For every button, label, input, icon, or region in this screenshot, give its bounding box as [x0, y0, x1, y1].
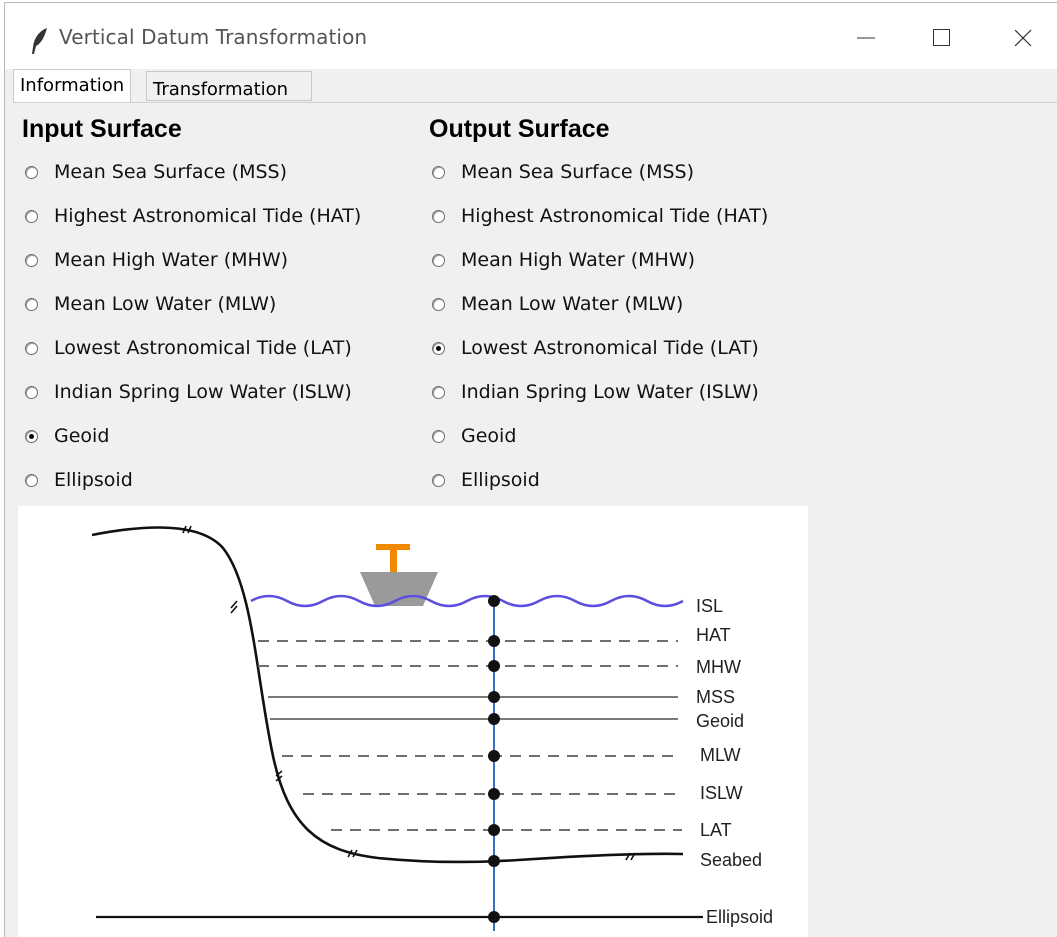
- label-geoid: Geoid: [696, 711, 744, 731]
- output-option-lat[interactable]: Lowest Astronomical Tide (LAT): [432, 333, 759, 363]
- radio-button[interactable]: [25, 473, 38, 487]
- input-option-mhw[interactable]: Mean High Water (MHW): [25, 245, 288, 275]
- input-option-islw[interactable]: Indian Spring Low Water (ISLW): [25, 377, 352, 407]
- radio-label: Mean Sea Surface (MSS): [461, 161, 695, 183]
- label-ellipsoid: Ellipsoid: [706, 907, 773, 927]
- radio-label: Mean Low Water (MLW): [461, 293, 684, 315]
- label-hat: HAT: [696, 625, 731, 645]
- input-option-hat[interactable]: Highest Astronomical Tide (HAT): [25, 201, 361, 231]
- radio-button[interactable]: [25, 209, 38, 223]
- datum-diagram-svg: ISL HAT MHW MSS Geoid MLW ISLW LAT Seabe…: [91, 525, 773, 931]
- dashed-datum-lines: [258, 640, 682, 831]
- close-button[interactable]: [997, 13, 1049, 63]
- output-option-mlw[interactable]: Mean Low Water (MLW): [432, 289, 683, 319]
- solid-datum-lines: [268, 696, 678, 720]
- radio-label: Ellipsoid: [54, 469, 133, 491]
- output-option-geoid[interactable]: Geoid: [432, 421, 516, 451]
- label-islw: ISLW: [700, 783, 743, 803]
- radio-label: Highest Astronomical Tide (HAT): [54, 205, 362, 227]
- radio-button[interactable]: [25, 341, 38, 355]
- radio-label: Mean Low Water (MLW): [54, 293, 277, 315]
- tab-divider: [13, 102, 1057, 103]
- radio-label: Mean High Water (MHW): [54, 249, 289, 271]
- radio-button[interactable]: [432, 297, 445, 311]
- label-mss: MSS: [696, 687, 735, 707]
- radio-button[interactable]: [432, 473, 445, 487]
- close-icon: [1014, 29, 1032, 47]
- radio-button[interactable]: [25, 297, 38, 311]
- tab-transformation[interactable]: Transformation: [146, 71, 312, 101]
- label-lat: LAT: [700, 820, 732, 840]
- output-option-mhw[interactable]: Mean High Water (MHW): [432, 245, 695, 275]
- label-seabed: Seabed: [700, 850, 762, 870]
- output-surface-heading: Output Surface: [429, 115, 610, 143]
- output-option-islw[interactable]: Indian Spring Low Water (ISLW): [432, 377, 759, 407]
- radio-label: Lowest Astronomical Tide (LAT): [461, 337, 759, 359]
- radio-button-selected[interactable]: [25, 429, 38, 443]
- sea-surface-line: [250, 594, 684, 608]
- label-mhw: MHW: [696, 657, 741, 677]
- radio-button[interactable]: [432, 165, 445, 179]
- label-mlw: MLW: [700, 745, 741, 765]
- input-surface-heading: Input Surface: [22, 115, 182, 143]
- buoy-icon: [360, 544, 438, 606]
- tab-information[interactable]: Information: [13, 69, 132, 103]
- radio-button[interactable]: [432, 209, 445, 223]
- radio-label: Highest Astronomical Tide (HAT): [461, 205, 769, 227]
- output-option-hat[interactable]: Highest Astronomical Tide (HAT): [432, 201, 768, 231]
- radio-button[interactable]: [25, 385, 38, 399]
- maximize-button[interactable]: [916, 13, 968, 63]
- input-option-lat[interactable]: Lowest Astronomical Tide (LAT): [25, 333, 352, 363]
- output-option-mss[interactable]: Mean Sea Surface (MSS): [432, 157, 694, 187]
- radio-label: Ellipsoid: [461, 469, 540, 491]
- datum-diagram: ISL HAT MHW MSS Geoid MLW ISLW LAT Seabe…: [18, 506, 808, 937]
- minimize-icon: [857, 37, 875, 39]
- radio-label: Lowest Astronomical Tide (LAT): [54, 337, 352, 359]
- label-isl: ISL: [696, 596, 723, 616]
- radio-button[interactable]: [432, 429, 445, 443]
- radio-button[interactable]: [25, 253, 38, 267]
- window-title: Vertical Datum Transformation: [59, 25, 368, 49]
- output-option-ellipsoid[interactable]: Ellipsoid: [432, 465, 540, 495]
- title-bar: Vertical Datum Transformation: [5, 3, 1057, 69]
- input-option-mlw[interactable]: Mean Low Water (MLW): [25, 289, 276, 319]
- input-option-mss[interactable]: Mean Sea Surface (MSS): [25, 157, 287, 187]
- app-window: Vertical Datum Transformation Informatio…: [4, 2, 1057, 937]
- radio-button[interactable]: [432, 385, 445, 399]
- radio-button[interactable]: [432, 253, 445, 267]
- radio-label: Mean Sea Surface (MSS): [54, 161, 288, 183]
- radio-label: Geoid: [461, 425, 517, 447]
- radio-button[interactable]: [25, 165, 38, 179]
- input-option-geoid[interactable]: Geoid: [25, 421, 109, 451]
- minimize-button[interactable]: [840, 13, 892, 63]
- radio-label: Geoid: [54, 425, 110, 447]
- radio-label: Mean High Water (MHW): [461, 249, 696, 271]
- radio-label: Indian Spring Low Water (ISLW): [54, 381, 352, 403]
- input-option-ellipsoid[interactable]: Ellipsoid: [25, 465, 133, 495]
- maximize-icon: [933, 29, 950, 46]
- feather-icon: [32, 28, 47, 54]
- radio-label: Indian Spring Low Water (ISLW): [461, 381, 759, 403]
- tab-bar: Information Transformation: [5, 69, 1057, 103]
- radio-button-selected[interactable]: [432, 341, 445, 355]
